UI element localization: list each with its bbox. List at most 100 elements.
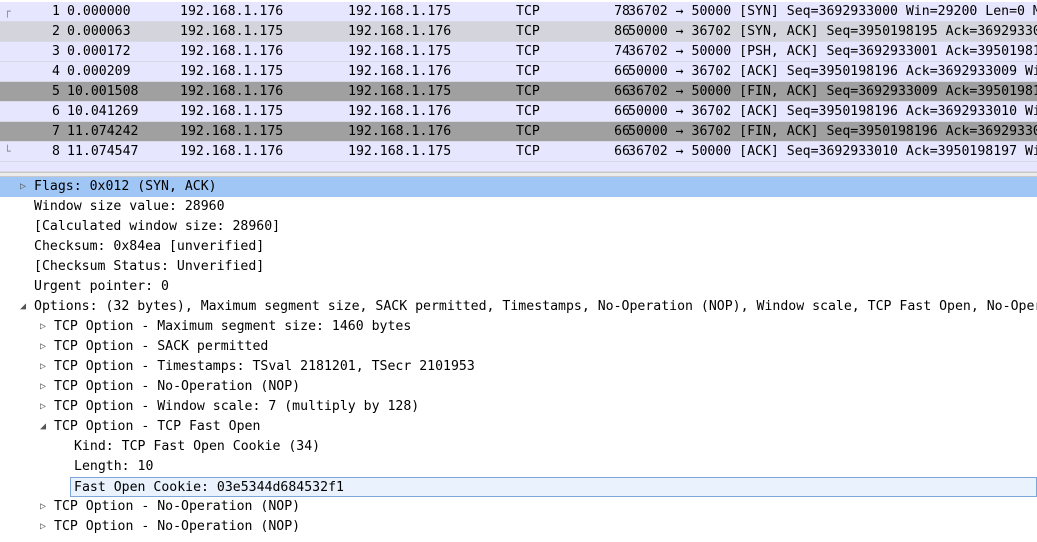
packet-row-partial[interactable] [0,162,1037,172]
packet-time: 0.000000 [67,4,131,19]
tree-item-calculated-window[interactable]: [Calculated window size: 28960] [0,217,1037,237]
packet-length: 66 [614,144,630,159]
tree-item-option-nop[interactable]: ▷ TCP Option - No-Operation (NOP) [0,377,1037,397]
packet-row-7[interactable]: 7 11.074242 192.168.1.175 192.168.1.176 … [0,122,1037,142]
packet-protocol: TCP [516,144,540,159]
expand-arrow-icon[interactable]: ▷ [37,357,49,377]
tree-item-urgent-pointer[interactable]: Urgent pointer: 0 [0,277,1037,297]
packet-row-6[interactable]: 6 10.041269 192.168.1.175 192.168.1.176 … [0,102,1037,122]
packet-protocol: TCP [516,44,540,59]
packet-destination: 192.168.1.176 [348,124,452,139]
packet-row-1[interactable]: ┌ 1 0.000000 192.168.1.176 192.168.1.175… [0,2,1037,22]
expand-arrow-icon[interactable]: ▷ [37,517,49,537]
packet-info: 36702 → 50000 [PSH, ACK] Seq=3692933001 … [628,44,1037,59]
packet-protocol: TCP [516,84,540,99]
packet-length: 66 [614,84,630,99]
packet-info: 50000 → 36702 [FIN, ACK] Seq=3950198196 … [628,124,1037,139]
tree-item-label: Length: 10 [74,459,154,474]
tree-item-label: TCP Option - Window scale: 7 (multiply b… [54,399,420,414]
tree-item-fast-open-kind[interactable]: Kind: TCP Fast Open Cookie (34) [0,437,1037,457]
packet-time: 0.000063 [67,24,131,39]
packet-details-tree[interactable]: ▷ Flags: 0x012 (SYN, ACK) Window size va… [0,177,1037,542]
tree-item-label: [Checksum Status: Unverified] [34,259,265,274]
expand-arrow-icon[interactable]: ▷ [37,377,49,397]
tree-item-label: Window size value: 28960 [34,199,225,214]
expand-arrow-icon[interactable]: ▷ [37,497,49,517]
packet-source: 192.168.1.176 [180,44,284,59]
tree-item-label: TCP Option - Timestamps: TSval 2181201, … [54,359,475,374]
tree-item-flags[interactable]: ▷ Flags: 0x012 (SYN, ACK) [0,177,1037,197]
packet-info: 50000 → 36702 [ACK] Seq=3950198196 Ack=3… [628,104,1037,119]
packet-number: 5 [52,84,60,99]
tree-item-option-nop-3[interactable]: ▷ TCP Option - No-Operation (NOP) [0,517,1037,537]
packet-row-3[interactable]: 3 0.000172 192.168.1.176 192.168.1.175 T… [0,42,1037,62]
packet-time: 0.000172 [67,44,131,59]
tree-item-option-sack[interactable]: ▷ TCP Option - SACK permitted [0,337,1037,357]
tree-item-checksum[interactable]: Checksum: 0x84ea [unverified] [0,237,1037,257]
packet-source: 192.168.1.175 [180,124,284,139]
packet-row-8[interactable]: └ 8 11.074547 192.168.1.176 192.168.1.17… [0,142,1037,162]
tree-item-label: Urgent pointer: 0 [34,279,169,294]
expand-arrow-icon[interactable]: ▷ [37,397,49,417]
packet-info: 50000 → 36702 [SYN, ACK] Seq=3950198195 … [628,24,1037,39]
packet-source: 192.168.1.176 [180,4,284,19]
packet-destination: 192.168.1.175 [348,4,452,19]
packet-destination: 192.168.1.176 [348,64,452,79]
packet-source: 192.168.1.175 [180,64,284,79]
packet-destination: 192.168.1.176 [348,24,452,39]
collapse-arrow-icon[interactable]: ◢ [37,417,49,437]
tree-item-options[interactable]: ◢ Options: (32 bytes), Maximum segment s… [0,297,1037,317]
expand-arrow-icon[interactable]: ▷ [17,177,29,197]
packet-length: 66 [614,64,630,79]
collapse-arrow-icon[interactable]: ◢ [17,297,29,317]
packet-row-5[interactable]: 5 10.001508 192.168.1.176 192.168.1.175 … [0,82,1037,102]
packet-number: 6 [52,104,60,119]
packet-number: 1 [52,4,60,19]
tree-item-option-fast-open[interactable]: ◢ TCP Option - TCP Fast Open [0,417,1037,437]
packet-time: 10.041269 [67,104,139,119]
tree-item-fast-open-length[interactable]: Length: 10 [0,457,1037,477]
packet-protocol: TCP [516,64,540,79]
tree-item-label: Options: (32 bytes), Maximum segment siz… [34,299,1037,314]
tree-item-option-window-scale[interactable]: ▷ TCP Option - Window scale: 7 (multiply… [0,397,1037,417]
tree-item-window-size[interactable]: Window size value: 28960 [0,197,1037,217]
packet-length: 74 [614,44,630,59]
packet-destination: 192.168.1.176 [348,104,452,119]
packet-protocol: TCP [516,104,540,119]
packet-protocol: TCP [516,124,540,139]
packet-time: 11.074242 [67,124,139,139]
packet-length: 66 [614,124,630,139]
packet-number: 4 [52,64,60,79]
packet-row-2[interactable]: 2 0.000063 192.168.1.175 192.168.1.176 T… [0,22,1037,42]
packet-list[interactable]: ┌ 1 0.000000 192.168.1.176 192.168.1.175… [0,0,1037,172]
packet-length: 86 [614,24,630,39]
packet-protocol: TCP [516,24,540,39]
packet-protocol: TCP [516,4,540,19]
packet-length: 78 [614,4,630,19]
packet-source: 192.168.1.176 [180,144,284,159]
tree-item-option-nop-2[interactable]: ▷ TCP Option - No-Operation (NOP) [0,497,1037,517]
packet-source: 192.168.1.175 [180,24,284,39]
packet-number: 8 [52,144,60,159]
tree-item-label: Checksum: 0x84ea [unverified] [34,239,265,254]
packet-destination: 192.168.1.175 [348,144,452,159]
packet-number: 3 [52,44,60,59]
expand-arrow-icon[interactable]: ▷ [37,317,49,337]
tree-item-fast-open-cookie[interactable]: Fast Open Cookie: 03e5344d684532f1 [70,477,1037,497]
tree-item-option-timestamps[interactable]: ▷ TCP Option - Timestamps: TSval 2181201… [0,357,1037,377]
tree-item-label: TCP Option - No-Operation (NOP) [54,519,301,534]
packet-length: 66 [614,104,630,119]
tree-item-option-mss[interactable]: ▷ TCP Option - Maximum segment size: 146… [0,317,1037,337]
packet-info: 36702 → 50000 [FIN, ACK] Seq=3692933009 … [628,84,1037,99]
tree-item-label: TCP Option - No-Operation (NOP) [54,499,301,514]
packet-time: 11.074547 [67,144,139,159]
expand-arrow-icon[interactable]: ▷ [37,337,49,357]
tree-item-label: TCP Option - SACK permitted [54,339,269,354]
packet-number: 7 [52,124,60,139]
packet-row-4[interactable]: 4 0.000209 192.168.1.175 192.168.1.176 T… [0,62,1037,82]
packet-info: 36702 → 50000 [SYN] Seq=3692933000 Win=2… [628,4,1037,19]
packet-time: 0.000209 [67,64,131,79]
packet-number: 2 [52,24,60,39]
packet-source: 192.168.1.176 [180,84,284,99]
tree-item-checksum-status[interactable]: [Checksum Status: Unverified] [0,257,1037,277]
